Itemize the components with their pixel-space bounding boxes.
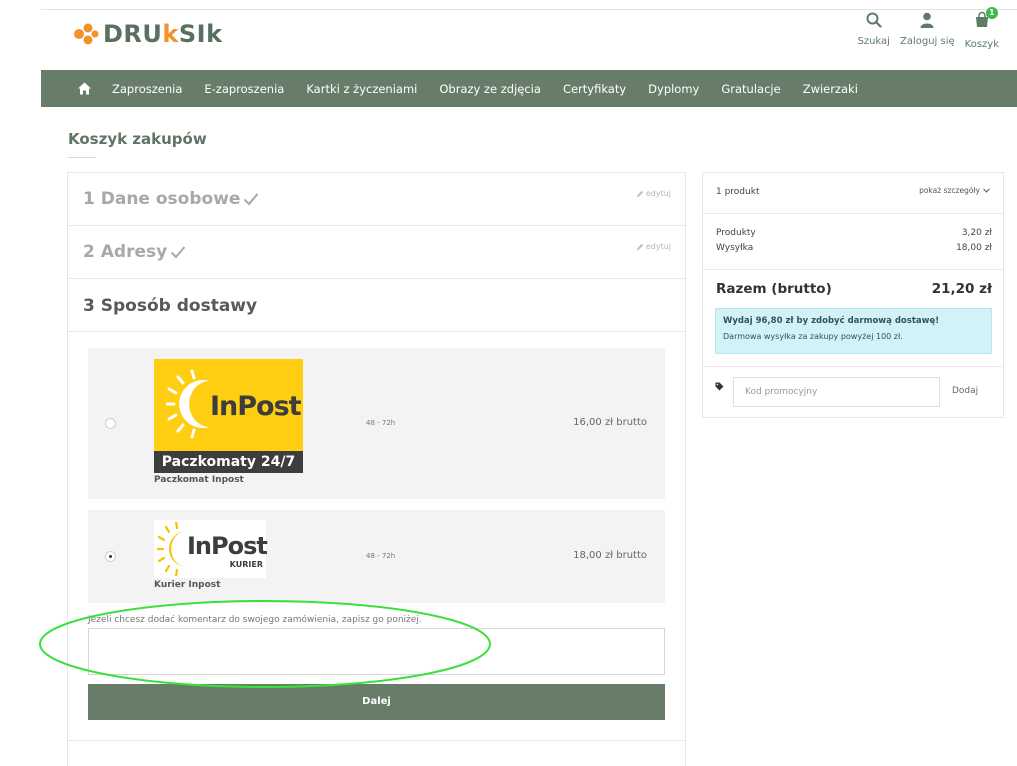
site-header: DRUkSIk Szukaj Zaloguj się 1 Koszyk xyxy=(0,0,1017,70)
search-icon xyxy=(866,12,882,28)
summary-header: 1 produkt pokaż szczegóły xyxy=(703,173,1003,214)
edit-step-2-link[interactable]: edytuj xyxy=(636,242,671,251)
nav-item-obrazy[interactable]: Obrazy ze zdjęcia xyxy=(439,82,541,96)
kurier-logo-brand: InPost xyxy=(187,532,268,560)
tag-icon xyxy=(715,382,724,391)
summary-products-row: Produkty 3,20 zł xyxy=(716,228,992,238)
show-details-label: pokaż szczegóły xyxy=(919,186,980,195)
checkmark-icon xyxy=(244,193,259,206)
home-icon[interactable] xyxy=(77,81,92,96)
summary-divider xyxy=(703,366,1003,367)
inpost-kurier-logo: InPost KURIER xyxy=(154,520,268,578)
checkout-steps: 1 Dane osobowe edytuj 2 Adresy edytuj 3 … xyxy=(67,172,686,766)
summary-divider xyxy=(703,269,1003,270)
products-label: Produkty xyxy=(716,228,756,238)
carrier-option-paczkomat[interactable]: InPost Paczkomaty 24/7 48 - 72h 16,00 zł… xyxy=(88,348,665,499)
edit-step-1-label: edytuj xyxy=(645,189,671,198)
next-button[interactable]: Dalej xyxy=(88,684,665,720)
step-2-label: 2 Adresy xyxy=(83,242,168,262)
free-shipping-alert: Wydaj 96,80 zł by zdobyć darmową dostawę… xyxy=(715,308,992,354)
sun-icon xyxy=(157,522,187,576)
inpost-paczkomat-logo: InPost Paczkomaty 24/7 xyxy=(154,359,303,473)
carrier-radio-paczkomat[interactable] xyxy=(105,418,116,429)
free-shipping-headline: Wydaj 96,80 zł by zdobyć darmową dostawę… xyxy=(723,316,940,326)
carrier-delay: 48 - 72h xyxy=(366,552,396,560)
carrier-name: Paczkomat Inpost xyxy=(154,475,244,485)
cart-icon-wrap: 1 xyxy=(973,7,998,39)
paczkomat-logo-band: Paczkomaty 24/7 xyxy=(154,451,303,473)
header-top-divider xyxy=(41,9,1017,10)
show-details-link[interactable]: pokaż szczegóły xyxy=(919,186,990,195)
step-1-label: 1 Dane osobowe xyxy=(83,189,241,209)
chevron-down-icon xyxy=(983,188,990,193)
promo-code-input[interactable]: Kod promocyjny xyxy=(733,377,940,407)
cart-button[interactable]: 1 Koszyk xyxy=(964,7,999,50)
kurier-logo-sub: KURIER xyxy=(229,560,263,569)
shipping-value: 18,00 zł xyxy=(956,243,992,253)
total-value: 21,20 zł xyxy=(931,281,992,297)
nav-item-zwierzaki[interactable]: Zwierzaki xyxy=(803,82,858,96)
carrier-price: 18,00 zł brutto xyxy=(573,550,647,561)
paczkomat-logo-brand: InPost xyxy=(210,391,302,422)
step-2-title: 2 Adresy xyxy=(83,242,186,262)
step-addresses[interactable]: 2 Adresy edytuj xyxy=(68,226,685,279)
login-button[interactable]: Zaloguj się xyxy=(900,11,955,50)
cart-count-badge: 1 xyxy=(985,7,998,19)
step-1-title: 1 Dane osobowe xyxy=(83,189,259,209)
sun-icon xyxy=(166,369,210,439)
login-label: Zaloguj się xyxy=(899,36,955,47)
step-delivery-header: 3 Sposób dostawy xyxy=(68,279,685,332)
search-label: Szukaj xyxy=(857,36,890,47)
header-actions: Szukaj Zaloguj się 1 Koszyk xyxy=(858,7,999,50)
nav-item-certyfikaty[interactable]: Certyfikaty xyxy=(563,82,626,96)
edit-step-2-label: edytuj xyxy=(645,242,671,251)
logo-wordmark: DRUkSIk xyxy=(103,20,223,48)
carrier-price: 16,00 zł brutto xyxy=(573,417,647,428)
nav-item-kartki[interactable]: Kartki z życzeniami xyxy=(306,82,417,96)
carrier-option-kurier[interactable]: InPost KURIER 48 - 72h 18,00 zł brutto K… xyxy=(88,510,665,603)
carrier-radio-kurier[interactable] xyxy=(105,551,116,562)
cart-label: Koszyk xyxy=(964,39,999,50)
order-comment-textarea[interactable] xyxy=(88,628,665,675)
nav-item-gratulacje[interactable]: Gratulacje xyxy=(721,82,780,96)
carrier-name: Kurier Inpost xyxy=(154,580,221,590)
cart-summary: 1 produkt pokaż szczegóły Produkty 3,20 … xyxy=(702,172,1004,418)
nav-item-dyplomy[interactable]: Dyplomy xyxy=(648,82,699,96)
logo-dots-icon xyxy=(74,23,99,45)
total-label: Razem (brutto) xyxy=(716,281,832,297)
site-logo[interactable]: DRUkSIk xyxy=(73,18,223,50)
checkmark-icon xyxy=(170,246,186,259)
edit-step-1-link[interactable]: edytuj xyxy=(636,189,671,198)
summary-shipping-row: Wysyłka 18,00 zł xyxy=(716,243,992,253)
search-button[interactable]: Szukaj xyxy=(858,11,890,50)
carrier-delay: 48 - 72h xyxy=(366,419,396,427)
product-count: 1 produkt xyxy=(716,187,760,197)
nav-item-e-zaproszenia[interactable]: E-zaproszenia xyxy=(204,82,284,96)
main-nav: Zaproszenia E-zaproszenia Kartki z życze… xyxy=(41,70,1017,107)
title-underline xyxy=(68,157,96,158)
nav-item-zaproszenia[interactable]: Zaproszenia xyxy=(112,82,182,96)
user-icon xyxy=(920,12,934,28)
shipping-label: Wysyłka xyxy=(716,243,754,253)
step-3-title: 3 Sposób dostawy xyxy=(83,296,258,316)
page-title: Koszyk zakupów xyxy=(68,130,207,148)
step-personal-data[interactable]: 1 Dane osobowe edytuj xyxy=(68,173,685,226)
comment-label: Jeżeli chcesz dodać komentarz do swojego… xyxy=(88,615,422,625)
products-value: 3,20 zł xyxy=(961,228,992,238)
pencil-icon xyxy=(636,190,644,197)
free-shipping-note: Darmowa wysyłka za zakupy powyżej 100 zł… xyxy=(723,332,903,341)
pencil-icon xyxy=(636,243,644,250)
summary-total-row: Razem (brutto) 21,20 zł xyxy=(716,281,992,297)
steps-divider xyxy=(68,740,685,741)
add-promo-button[interactable]: Dodaj xyxy=(952,386,978,396)
checkout-page: DRUkSIk Szukaj Zaloguj się 1 Koszyk Zapr… xyxy=(0,0,1017,766)
